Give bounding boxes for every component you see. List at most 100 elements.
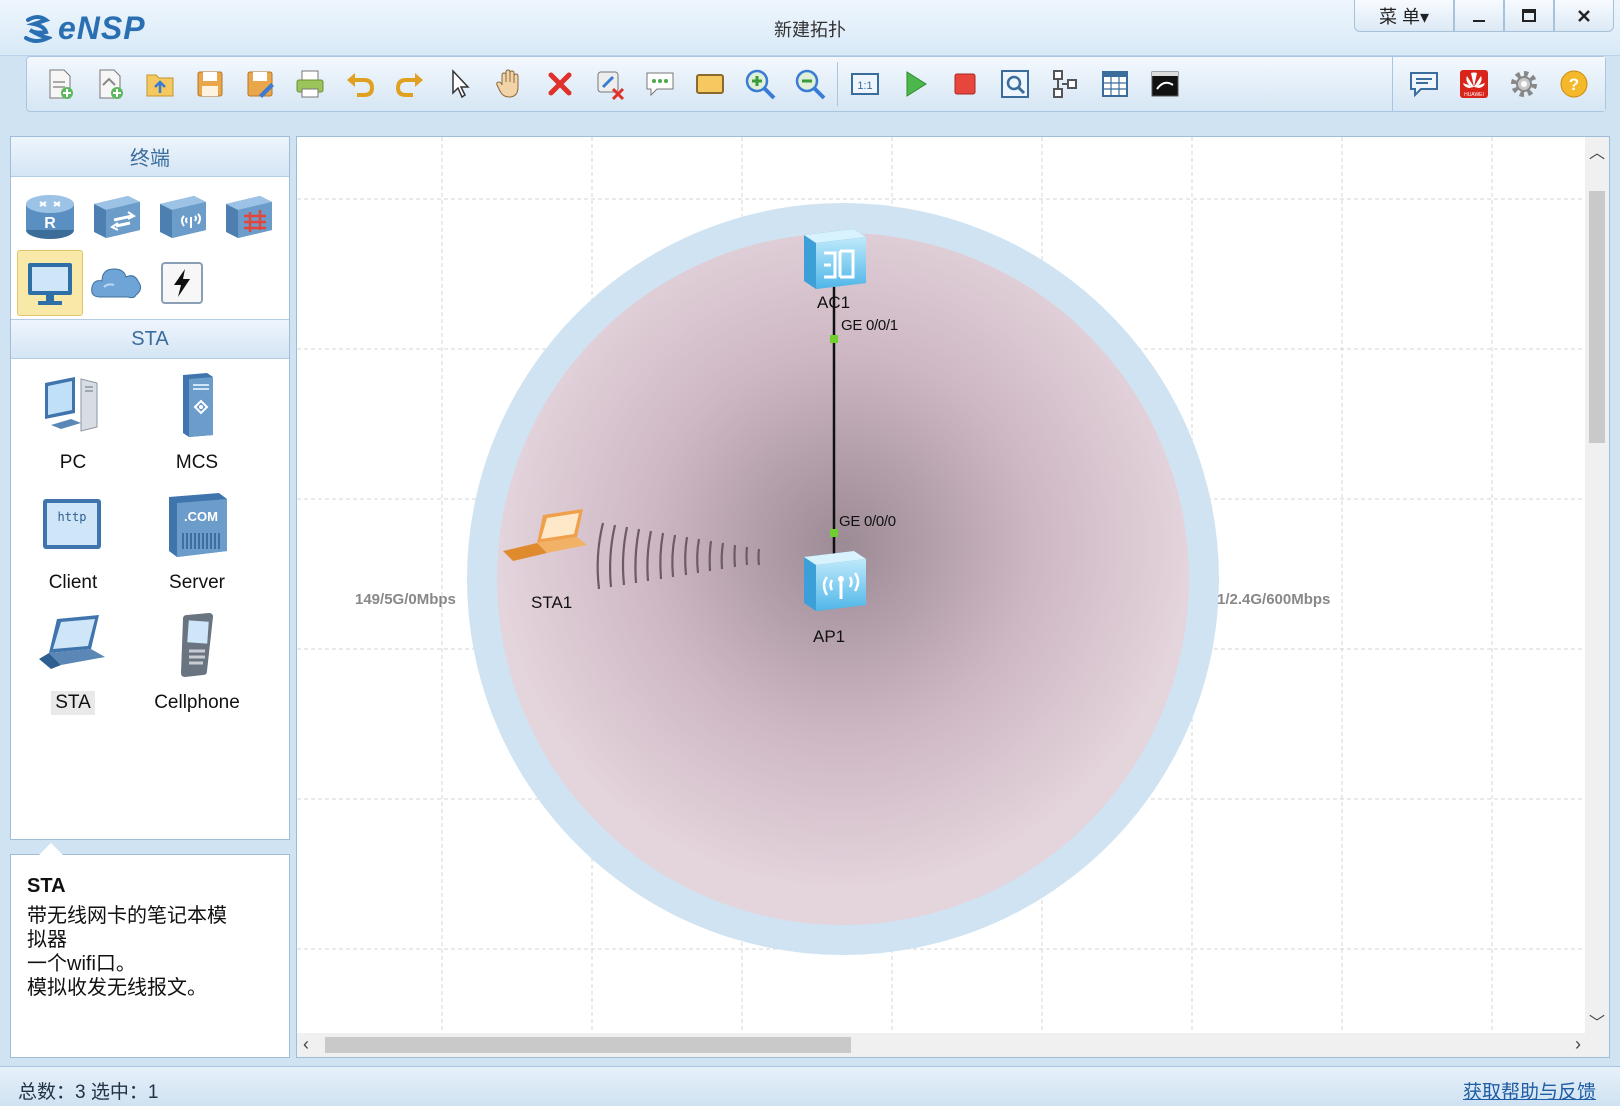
description-line: 一个wifi口。 [27, 953, 136, 975]
port-label-ap1: GE 0/0/0 [839, 513, 896, 530]
svg-text:1:1: 1:1 [857, 80, 872, 92]
category-router[interactable]: R [17, 183, 83, 249]
horizontal-scroll-thumb[interactable] [325, 1037, 851, 1053]
description-notch [39, 843, 63, 855]
grid-table-icon [1102, 71, 1128, 97]
minimize-icon [1473, 19, 1485, 22]
topology-canvas[interactable]: AC1 GE 0/0/1 GE 0/0/0 AP1 STA1 149/5G/0M… [296, 136, 1610, 1058]
device-label: Cellphone [154, 692, 240, 713]
laptop-icon [39, 615, 105, 669]
undo-button[interactable] [335, 61, 385, 107]
scroll-up-icon[interactable]: ︿ [1585, 139, 1609, 163]
select-tool-button[interactable] [435, 61, 485, 107]
close-button[interactable] [1554, 0, 1614, 32]
toolbar-right-group: HUAWEI ? [1392, 57, 1605, 111]
device-sta[interactable]: STA [11, 607, 135, 727]
start-devices-button[interactable] [890, 61, 940, 107]
device-pc[interactable]: PC [11, 367, 135, 487]
zoom-out-icon [795, 69, 826, 100]
svg-text:?: ? [1569, 75, 1579, 94]
add-text-button[interactable] [635, 61, 685, 107]
device-label: PC [59, 452, 87, 473]
svg-text:R: R [44, 215, 56, 232]
category-firewall[interactable] [215, 183, 281, 249]
minimize-button[interactable] [1454, 0, 1504, 32]
delete-button[interactable] [535, 61, 585, 107]
print-icon [296, 70, 324, 98]
device-cellphone[interactable]: Cellphone [135, 607, 259, 727]
horizontal-scrollbar[interactable]: ‹ › [297, 1033, 1587, 1057]
device-client[interactable]: http Client [11, 487, 135, 607]
help-feedback-link[interactable]: 获取帮助与反馈 [1463, 1077, 1596, 1104]
scroll-left-icon[interactable]: ‹ [303, 1034, 309, 1055]
new-topology-button[interactable] [35, 61, 85, 107]
pc-icon [45, 377, 98, 432]
zoom-out-button[interactable] [785, 61, 835, 107]
huawei-button[interactable]: HUAWEI [1449, 61, 1499, 107]
save-button[interactable] [185, 61, 235, 107]
help-icon: ? [1560, 70, 1588, 98]
wlan-icon [160, 196, 206, 238]
ap-device-icon [804, 551, 866, 611]
pan-tool-button[interactable] [485, 61, 535, 107]
node-label-ap1: AP1 [813, 627, 846, 646]
redo-button[interactable] [385, 61, 435, 107]
mcs-icon [183, 373, 213, 437]
terminal-button[interactable] [1140, 61, 1190, 107]
hand-icon [496, 69, 519, 98]
scroll-down-icon[interactable]: ﹀ [1585, 1009, 1609, 1033]
print-button[interactable] [285, 61, 335, 107]
fit-button[interactable]: 1:1 [840, 61, 890, 107]
client-icon: http [43, 499, 101, 549]
device-mcs[interactable]: MCS [135, 367, 259, 487]
zoom-in-button[interactable] [735, 61, 785, 107]
app-logo: eNSP [22, 10, 146, 47]
menu-button[interactable]: 菜 单▾ [1354, 0, 1454, 32]
help-button[interactable]: ? [1549, 61, 1599, 107]
monitor-icon [28, 263, 72, 305]
delete-link-button[interactable] [585, 61, 635, 107]
category-terminal[interactable] [17, 250, 83, 316]
save-icon [197, 71, 223, 97]
maximize-button[interactable] [1504, 0, 1554, 32]
server-icon: .COM [169, 493, 227, 557]
ensp-logo-icon [24, 14, 52, 43]
capture-button[interactable] [990, 61, 1040, 107]
save-as-button[interactable] [235, 61, 285, 107]
scroll-right-icon[interactable]: › [1575, 1034, 1581, 1055]
range-label-left: 149/5G/0Mbps [355, 591, 456, 608]
add-shape-button[interactable] [685, 61, 735, 107]
app-name: eNSP [58, 10, 146, 46]
new-topology-icon [49, 69, 73, 99]
delete-icon [548, 72, 572, 96]
settings-button[interactable] [1499, 61, 1549, 107]
category-cloud[interactable] [83, 250, 149, 316]
category-switch[interactable] [83, 183, 149, 249]
topology-icon [1053, 70, 1077, 98]
open-button[interactable] [135, 61, 185, 107]
new-lab-button[interactable] [85, 61, 135, 107]
palette-button[interactable] [1090, 61, 1140, 107]
cloud-icon [91, 268, 142, 299]
device-label: Server [169, 572, 225, 593]
lightning-icon [161, 262, 203, 304]
vertical-scroll-thumb[interactable] [1589, 191, 1605, 443]
title-bar: eNSP 新建拓扑 菜 单▾ [0, 0, 1620, 56]
device-server[interactable]: .COM Server [135, 487, 259, 607]
toolbar-separator [837, 62, 838, 106]
topology-view-button[interactable] [1040, 61, 1090, 107]
message-button[interactable] [1399, 61, 1449, 107]
redo-icon [395, 73, 423, 97]
device-panel: 终端 R STA PC MCS http Client .COM Server … [10, 136, 290, 840]
description-panel: STA 带无线网卡的笔记本模 拟器 一个wifi口。 模拟收发无线报文。 [10, 843, 290, 1058]
category-wlan[interactable] [149, 183, 215, 249]
ac-device-icon [804, 229, 866, 289]
device-header: STA [11, 319, 289, 359]
port-label-ac1: GE 0/0/1 [841, 317, 898, 334]
status-counts: 总数：3 选中：1 [18, 1082, 159, 1103]
status-bar: 总数：3 选中：1 获取帮助与反馈 [0, 1066, 1620, 1106]
vertical-scrollbar[interactable]: ︿ ﹀ [1585, 137, 1609, 1035]
stop-devices-button[interactable] [940, 61, 990, 107]
category-cable[interactable] [149, 250, 215, 316]
device-label: MCS [175, 452, 219, 473]
